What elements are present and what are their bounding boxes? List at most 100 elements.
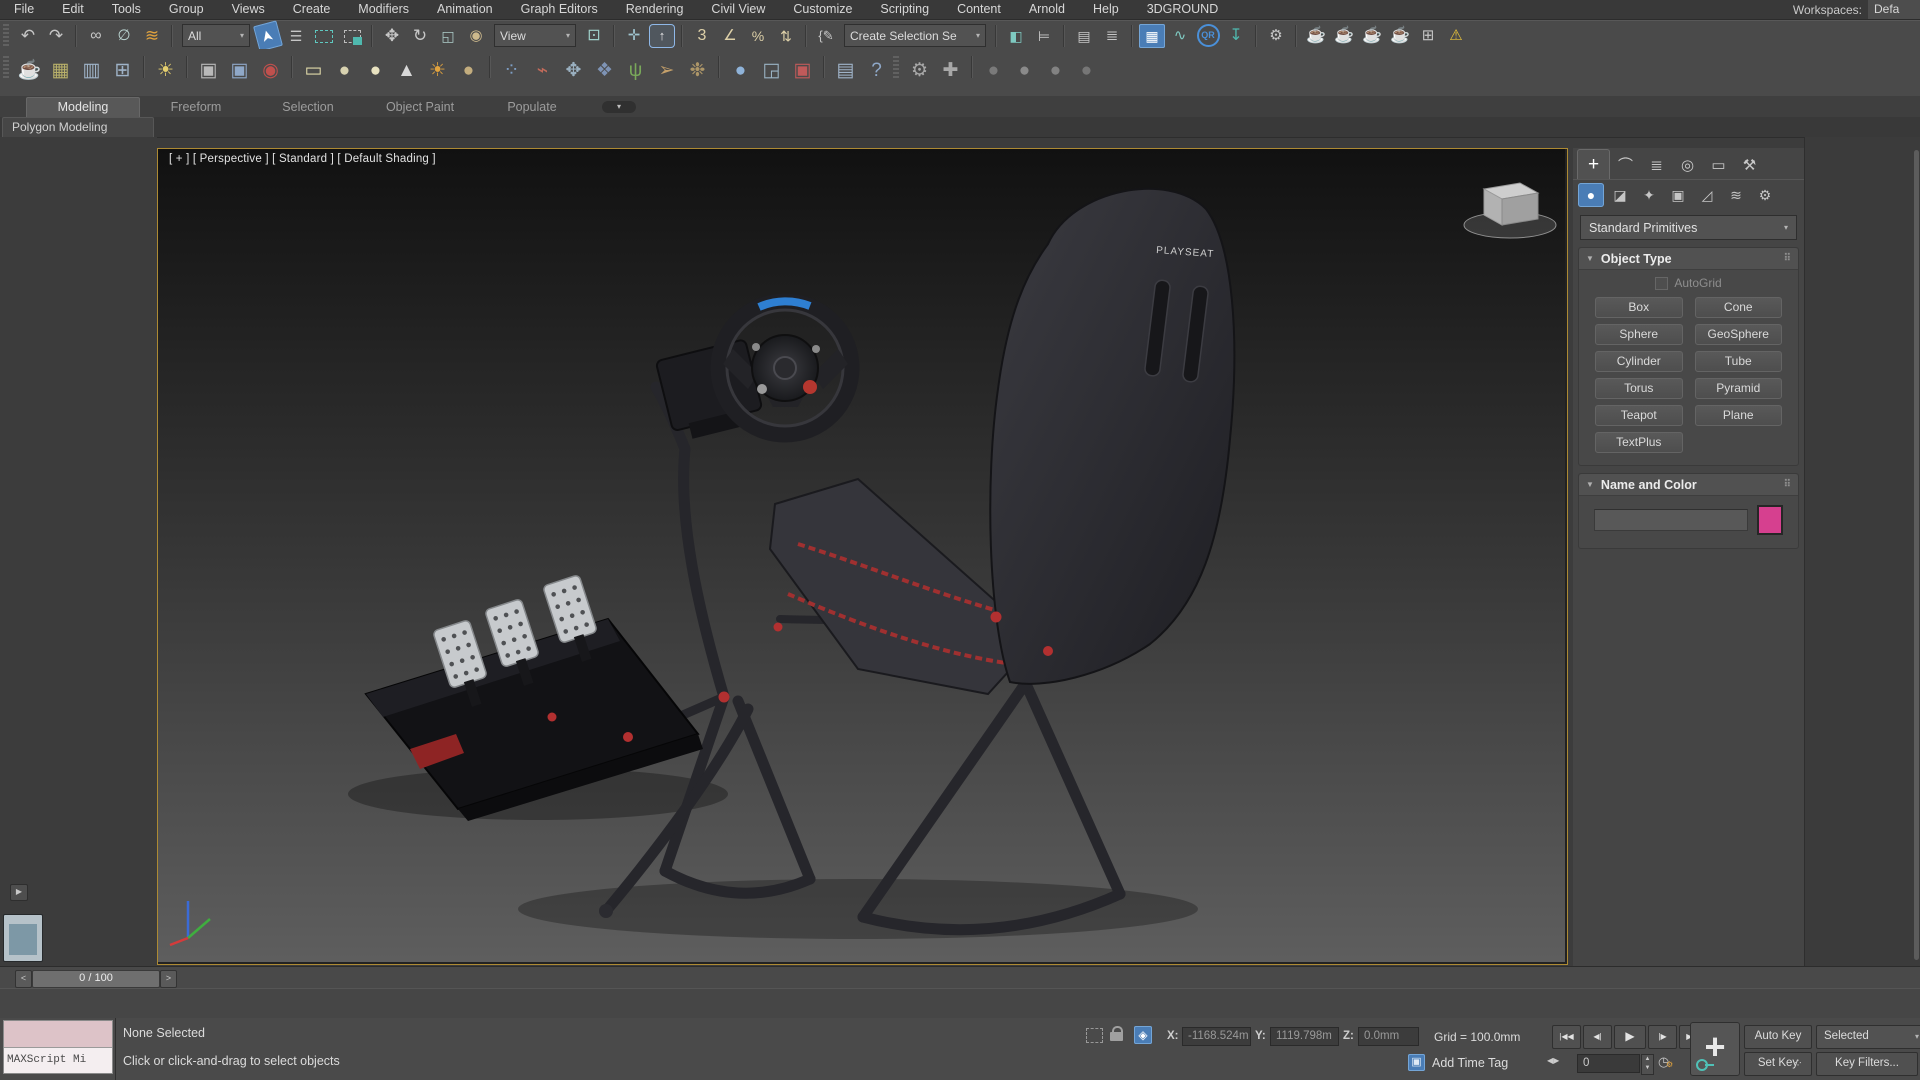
object-color-swatch[interactable] (1757, 505, 1783, 535)
notes-document-icon[interactable]: ▤ (831, 56, 860, 86)
grid-window-icon[interactable]: ⊞ (108, 56, 137, 86)
perspective-viewport[interactable]: [ + ] [ Perspective ] [ Standard ] [ Def… (157, 148, 1568, 965)
current-frame-field[interactable]: 0 (1577, 1054, 1640, 1073)
render-setup-icon[interactable]: ⚙ (1263, 24, 1289, 48)
create-tab[interactable]: + (1577, 149, 1610, 179)
bind-to-space-warp-icon[interactable]: ≋ (139, 24, 165, 48)
render-message-icon[interactable]: ⚠ (1443, 24, 1469, 48)
render-cloud-icon[interactable]: ⊞ (1415, 24, 1441, 48)
x-coordinate-field[interactable]: -1168.524m (1182, 1027, 1251, 1046)
key-filters-button[interactable]: Key Filters... (1816, 1052, 1918, 1076)
mirror-icon[interactable]: ◧ (1003, 24, 1029, 48)
selection-lock-icon[interactable] (1110, 1026, 1123, 1041)
unlink-selection-icon[interactable]: ∅ (111, 24, 137, 48)
named-selection-set-dropdown[interactable]: Create Selection Se▾ (844, 24, 986, 47)
sphere-blue-icon[interactable]: ● (726, 56, 755, 86)
toggle-ribbon-icon[interactable]: ▦ (1139, 24, 1165, 48)
isolate-selection-icon[interactable] (1086, 1028, 1103, 1043)
utilities-tab[interactable]: ⚒ (1734, 153, 1765, 179)
primitive-category-dropdown[interactable]: Standard Primitives ▾ (1580, 215, 1797, 240)
menu-arnold[interactable]: Arnold (1015, 0, 1079, 19)
set-keys-button[interactable]: + (1690, 1022, 1740, 1076)
keyboard-shortcut-override-icon[interactable]: ↑ (649, 24, 675, 48)
camera-red-icon[interactable]: ◉ (256, 56, 285, 86)
render-preview-window-icon[interactable]: ▦ (46, 56, 75, 86)
teapot-utility-icon[interactable]: ☕ (15, 56, 44, 86)
transform-type-in-icon[interactable]: ◈ (1134, 1026, 1152, 1044)
array-tool-icon[interactable]: ⁘ (497, 56, 526, 86)
sphere-shaded-icon[interactable]: ● (330, 56, 359, 86)
object-name-field[interactable] (1594, 509, 1748, 531)
menu-group[interactable]: Group (155, 0, 218, 19)
toolbar-drag-handle[interactable] (3, 24, 9, 48)
create-geosphere-button[interactable]: GeoSphere (1695, 324, 1783, 345)
time-slider-handle[interactable]: 0 / 100 (32, 970, 160, 988)
use-pivot-point-center-icon[interactable]: ⊡ (581, 24, 607, 48)
menu-views[interactable]: Views (218, 0, 279, 19)
panel-scrollbar[interactable] (1914, 150, 1919, 960)
toolbar-drag-handle[interactable] (3, 56, 9, 80)
y-coordinate-field[interactable]: 1119.798m (1270, 1027, 1339, 1046)
zoom-region-icon[interactable]: ◲ (757, 56, 786, 86)
ribbon-tab-selection[interactable]: Selection (252, 98, 364, 117)
foliage-tool-icon[interactable]: ψ (621, 56, 650, 86)
menu-tools[interactable]: Tools (98, 0, 155, 19)
helpers-category[interactable]: ◿ (1694, 183, 1720, 207)
select-object-icon[interactable]: ➤ (253, 20, 283, 51)
create-cylinder-button[interactable]: Cylinder (1595, 351, 1683, 372)
plane-tool-icon[interactable]: ▭ (299, 56, 328, 86)
angle-snap-toggle-icon[interactable]: ∠ (717, 24, 743, 48)
modify-tab[interactable]: ⌒ (1610, 153, 1641, 179)
edit-named-selection-sets-icon[interactable]: {✎ (813, 24, 839, 48)
feather-object-icon[interactable]: ➢ (652, 56, 681, 86)
key-mode-toggle-icon[interactable]: ◀▶ (1547, 1056, 1559, 1065)
name-color-rollout-header[interactable]: ▼ Name and Color ⠿ (1579, 474, 1798, 496)
cone-tool-icon[interactable]: ▲ (392, 56, 421, 86)
z-coordinate-field[interactable]: 0.0mm (1358, 1027, 1419, 1046)
ribbon-tab-populate[interactable]: Populate (476, 98, 588, 117)
menu-animation[interactable]: Animation (423, 0, 507, 19)
menu-graph-editors[interactable]: Graph Editors (507, 0, 612, 19)
sun-tool-icon[interactable]: ☀ (423, 56, 452, 86)
display-tab[interactable]: ▭ (1703, 153, 1734, 179)
space-warps-category[interactable]: ≋ (1723, 183, 1749, 207)
align-icon[interactable]: ⊨ (1031, 24, 1057, 48)
sphere-glow-icon[interactable]: ● (361, 56, 390, 86)
create-textplus-button[interactable]: TextPlus (1595, 432, 1683, 453)
rock-object-icon[interactable]: ❖ (590, 56, 619, 86)
sphere-tan-icon[interactable]: ● (454, 56, 483, 86)
snap-toggle-3d-icon[interactable]: 3 (689, 24, 715, 48)
add-time-tag-label[interactable]: Add Time Tag (1432, 1056, 1508, 1070)
rectangular-selection-region-icon[interactable] (311, 24, 337, 48)
create-box-button[interactable]: Box (1595, 297, 1683, 318)
go-to-start-button[interactable]: |◀◀ (1552, 1025, 1581, 1049)
preset-sphere-4-icon[interactable]: ● (1072, 56, 1101, 86)
expand-panel-button[interactable]: ▶ (10, 884, 28, 901)
light-tool-icon[interactable]: ☀ (151, 56, 180, 86)
render-production-icon[interactable]: ☕ (1387, 24, 1413, 48)
camera-tool-icon[interactable]: ▣ (194, 56, 223, 86)
preset-sphere-1-icon[interactable]: ● (979, 56, 1008, 86)
create-plane-button[interactable]: Plane (1695, 405, 1783, 426)
redo-icon[interactable]: ↷ (43, 24, 69, 48)
reference-coordinate-system-dropdown[interactable]: View▾ (494, 24, 576, 47)
menu-edit[interactable]: Edit (48, 0, 98, 19)
layer-explorer-icon[interactable]: ▤ (1071, 24, 1097, 48)
camera-target-icon[interactable]: ▣ (225, 56, 254, 86)
spacing-tool-icon[interactable]: ⌁ (528, 56, 557, 86)
help-circle-icon[interactable]: ? (862, 56, 891, 86)
next-frame-button[interactable]: |▶ (1648, 1025, 1677, 1049)
gear-edit-icon[interactable]: ⚙ (905, 56, 934, 86)
scene-explorer-icon[interactable]: ≣ (1099, 24, 1125, 48)
create-pyramid-button[interactable]: Pyramid (1695, 378, 1783, 399)
time-tag-cube-icon[interactable]: ▣ (1408, 1054, 1425, 1071)
toolbar-drag-handle[interactable] (893, 56, 899, 80)
lights-category[interactable]: ✦ (1636, 183, 1662, 207)
viewport-label[interactable]: [ + ] [ Perspective ] [ Standard ] [ Def… (169, 153, 436, 165)
ribbon-config-toggle[interactable]: ▾ (602, 101, 636, 113)
ribbon-tab-object-paint[interactable]: Object Paint (364, 98, 476, 117)
create-teapot-button[interactable]: Teapot (1595, 405, 1683, 426)
render-iterative-icon[interactable]: ☕ (1359, 24, 1385, 48)
download-arrow-icon[interactable]: ↧ (1223, 24, 1249, 48)
cameras-category[interactable]: ▣ (1665, 183, 1691, 207)
